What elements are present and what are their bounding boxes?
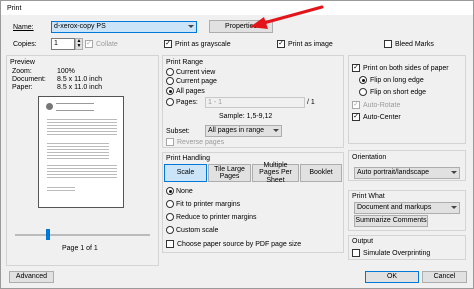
flip-long-edge-radio[interactable] bbox=[359, 76, 367, 84]
paper-value: 8.5 x 11.0 inch bbox=[57, 84, 103, 91]
page-indicator: Page 1 of 1 bbox=[62, 245, 98, 252]
print-range-title: Print Range bbox=[166, 59, 203, 66]
collate-label: Collate bbox=[96, 41, 118, 48]
print-handling-title: Print Handling bbox=[166, 155, 210, 162]
all-pages-label: All pages bbox=[176, 88, 205, 95]
title-bar: Print bbox=[1, 1, 473, 15]
flip-long-edge-label: Flip on long edge bbox=[370, 77, 424, 84]
name-label: Name: bbox=[13, 24, 34, 31]
printer-select[interactable]: d-xerox-copy PS bbox=[51, 21, 197, 33]
custom-scale-label: Custom scale bbox=[176, 227, 219, 234]
advanced-button[interactable]: Advanced bbox=[9, 271, 54, 283]
print-as-image-checkbox[interactable]: ✓ bbox=[277, 40, 285, 48]
pages-range-value: 1 - 1 bbox=[208, 99, 223, 106]
both-sides-checkbox[interactable]: ✓ bbox=[352, 64, 360, 72]
pages-sample: Sample: 1,5-9,12 bbox=[219, 113, 273, 120]
printer-name-value: d-xerox-copy PS bbox=[54, 23, 106, 30]
summarize-comments-button[interactable]: Summarize Comments bbox=[354, 215, 428, 227]
signature-block bbox=[47, 185, 75, 193]
window-title: Print bbox=[7, 5, 22, 12]
cancel-button[interactable]: Cancel bbox=[422, 271, 467, 283]
all-pages-radio[interactable] bbox=[166, 87, 174, 95]
scale-none-label: None bbox=[176, 188, 193, 195]
current-view-radio[interactable] bbox=[166, 68, 174, 76]
pages-radio[interactable] bbox=[166, 98, 174, 106]
reduce-margins-radio[interactable] bbox=[166, 213, 174, 221]
orientation-select[interactable]: Auto portrait/landscape bbox=[354, 167, 460, 179]
page-preview bbox=[38, 96, 124, 208]
print-what-select[interactable]: Document and markups bbox=[354, 202, 460, 214]
reverse-pages-checkbox[interactable] bbox=[166, 138, 174, 146]
copies-spinner[interactable]: ▲ ▼ bbox=[75, 38, 83, 50]
letterhead-logo bbox=[46, 103, 53, 110]
current-view-label: Current view bbox=[176, 69, 216, 76]
flip-short-edge-radio[interactable] bbox=[359, 88, 367, 96]
preview-title: Preview bbox=[10, 59, 35, 66]
current-page-label: Current page bbox=[176, 78, 217, 85]
paper-label: Paper: bbox=[12, 84, 33, 91]
flip-short-edge-label: Flip on short edge bbox=[370, 89, 427, 96]
orientation-value: Auto portrait/landscape bbox=[357, 169, 429, 176]
chevron-down-icon bbox=[188, 25, 194, 28]
paper-source-label: Choose paper source by PDF page size bbox=[177, 241, 302, 248]
pages-range-input[interactable]: 1 - 1 bbox=[205, 97, 305, 108]
print-what-title: Print What bbox=[352, 193, 385, 200]
page-slider-thumb[interactable] bbox=[46, 229, 50, 240]
chevron-down-icon bbox=[451, 171, 457, 174]
print-dialog: { "window": { "title": "Print" }, "print… bbox=[0, 0, 474, 289]
collate-checkbox[interactable]: ✓ bbox=[85, 40, 93, 48]
simulate-overprinting-label: Simulate Overprinting bbox=[363, 250, 431, 257]
copies-value: 1 bbox=[54, 40, 58, 47]
paper-source-checkbox[interactable] bbox=[166, 240, 174, 248]
chevron-down-icon bbox=[273, 129, 279, 132]
letterhead-lines bbox=[56, 103, 94, 111]
bleed-marks-checkbox[interactable] bbox=[384, 40, 392, 48]
chevron-down-icon bbox=[451, 206, 457, 209]
copies-input[interactable]: 1 bbox=[51, 38, 75, 50]
document-text-block bbox=[47, 163, 117, 179]
fit-margins-radio[interactable] bbox=[166, 200, 174, 208]
subset-label: Subset: bbox=[166, 128, 190, 135]
print-what-value: Document and markups bbox=[357, 204, 432, 211]
auto-rotate-label: Auto-Rotate bbox=[363, 102, 401, 109]
current-page-radio[interactable] bbox=[166, 77, 174, 85]
custom-scale-radio[interactable] bbox=[166, 226, 174, 234]
both-sides-label: Print on both sides of paper bbox=[363, 65, 449, 72]
tab-multiple-pages-per-sheet[interactable]: Multiple Pages Per Sheet bbox=[252, 162, 299, 184]
document-text-block bbox=[47, 117, 117, 137]
subset-select[interactable]: All pages in range bbox=[205, 125, 282, 137]
document-text-block bbox=[47, 141, 109, 159]
pages-label: Pages: bbox=[176, 99, 198, 106]
auto-center-checkbox[interactable]: ✓ bbox=[352, 113, 360, 121]
spinner-down-icon: ▼ bbox=[76, 43, 82, 49]
grayscale-label: Print as grayscale bbox=[175, 41, 231, 48]
page-slider-track[interactable] bbox=[15, 234, 150, 236]
grayscale-checkbox[interactable]: ✓ bbox=[164, 40, 172, 48]
orientation-title: Orientation bbox=[352, 154, 387, 161]
auto-center-label: Auto-Center bbox=[363, 114, 401, 121]
annotation-arrow-icon bbox=[250, 5, 324, 29]
tab-tile-large-pages[interactable]: Tile Large Pages bbox=[208, 164, 251, 182]
bleed-marks-label: Bleed Marks bbox=[395, 41, 434, 48]
tab-booklet[interactable]: Booklet bbox=[300, 164, 342, 182]
reduce-margins-label: Reduce to printer margins bbox=[176, 214, 257, 221]
fit-margins-label: Fit to printer margins bbox=[176, 201, 241, 208]
simulate-overprinting-checkbox[interactable] bbox=[352, 249, 360, 257]
pages-total: / 1 bbox=[307, 99, 315, 106]
auto-rotate-checkbox[interactable]: ✓ bbox=[352, 101, 360, 109]
print-as-image-label: Print as image bbox=[288, 41, 333, 48]
output-title: Output bbox=[352, 238, 374, 245]
subset-value: All pages in range bbox=[208, 127, 265, 134]
tab-scale[interactable]: Scale bbox=[164, 164, 207, 182]
scale-none-radio[interactable] bbox=[166, 187, 174, 195]
ok-button[interactable]: OK bbox=[365, 271, 419, 283]
copies-label: Copies: bbox=[13, 41, 37, 48]
reverse-pages-label: Reverse pages bbox=[177, 139, 225, 146]
